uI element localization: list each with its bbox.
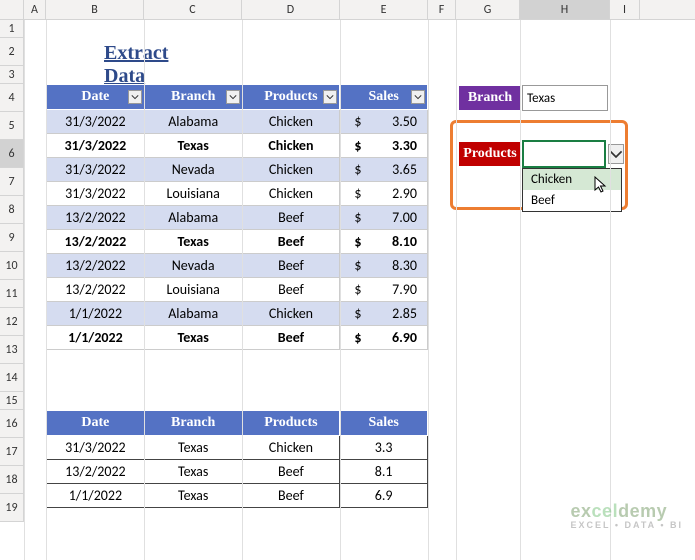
col-header-B[interactable]: B [46,0,144,19]
row-header-4[interactable]: 4 [0,84,23,112]
t2-header-date: Date [47,411,145,436]
row-header-12[interactable]: 12 [0,308,23,336]
col-header-E[interactable]: E [340,0,428,19]
col-header-I[interactable]: I [610,0,640,19]
col-header-G[interactable]: G [456,0,520,19]
t1-header-sales: Sales [340,85,428,110]
table-header-row: DateBranchProductsSales [47,85,428,110]
row-header-3[interactable]: 3 [0,66,23,84]
row-header-17[interactable]: 17 [0,438,23,466]
table-row: 1/1/2022TexasBeef6.9 [47,484,428,508]
table-row: 13/2/2022TexasBeef$8.10 [47,230,428,254]
table-row: 31/3/2022TexasChicken$3.30 [47,134,428,158]
row-header-11[interactable]: 11 [0,280,23,308]
products-label: Products [458,141,522,167]
filter-button[interactable] [128,90,142,104]
table-row: 31/3/2022AlabamaChicken$3.50 [47,110,428,134]
row-header-19[interactable]: 19 [0,494,23,522]
table2-header-row: DateBranchProductsSales [47,411,428,436]
t2-header-branch: Branch [144,411,242,436]
chevron-down-icon [609,150,623,158]
row-header-6[interactable]: 6 [0,140,23,168]
table-row: 31/3/2022NevadaChicken$3.65 [47,158,428,182]
row-header-1[interactable]: 1 [0,20,23,38]
products-value-cell[interactable] [522,140,606,168]
col-header-C[interactable]: C [144,0,242,19]
t2-header-sales: Sales [340,411,428,436]
col-header-A[interactable]: A [24,0,46,19]
row-header-8[interactable]: 8 [0,196,23,224]
t2-header-products: Products [242,411,340,436]
table-row: 13/2/2022NevadaBeef$8.30 [47,254,428,278]
table-row: 13/2/2022TexasBeef8.1 [47,460,428,484]
table-row: 31/3/2022TexasChicken3.3 [47,436,428,460]
table-row: 31/3/2022LouisianaChicken$2.90 [47,182,428,206]
table-row: 13/2/2022AlabamaBeef$7.00 [47,206,428,230]
col-header-H[interactable]: H [520,0,610,19]
t1-header-date: Date [47,85,145,110]
row-header-2[interactable]: 2 [0,38,23,66]
branch-label: Branch [458,85,522,111]
table-row: 1/1/2022TexasBeef$6.90 [47,326,428,350]
watermark: exceldemy EXCEL • DATA • BI [571,501,683,530]
row-header-10[interactable]: 10 [0,252,23,280]
select-all-corner[interactable] [0,0,24,19]
row-header-7[interactable]: 7 [0,168,23,196]
col-header-F[interactable]: F [428,0,456,19]
row-header-14[interactable]: 14 [0,364,23,392]
filter-button[interactable] [411,90,425,104]
row-header-9[interactable]: 9 [0,224,23,252]
row-header-5[interactable]: 5 [0,112,23,140]
row-header-18[interactable]: 18 [0,466,23,494]
t1-header-branch: Branch [144,85,242,110]
table-row: 1/1/2022AlabamaChicken$2.85 [47,302,428,326]
mouse-cursor-icon [594,176,610,194]
row-header-13[interactable]: 13 [0,336,23,364]
table-row: 13/2/2022LouisianaBeef$7.90 [47,278,428,302]
row-headers: 12345678910111213141516171819 [0,20,24,522]
data-table-main: DateBranchProductsSales 31/3/2022Alabama… [46,84,428,350]
col-header-D[interactable]: D [242,0,340,19]
row-header-16[interactable]: 16 [0,410,23,438]
filter-button[interactable] [226,90,240,104]
data-table-filtered: DateBranchProductsSales 31/3/2022TexasCh… [46,410,428,508]
branch-value-cell[interactable]: Texas [522,85,608,111]
filter-button[interactable] [323,90,337,104]
row-header-15[interactable]: 15 [0,392,23,410]
column-headers: ABCDEFGHI [0,0,695,20]
t1-header-products: Products [242,85,340,110]
